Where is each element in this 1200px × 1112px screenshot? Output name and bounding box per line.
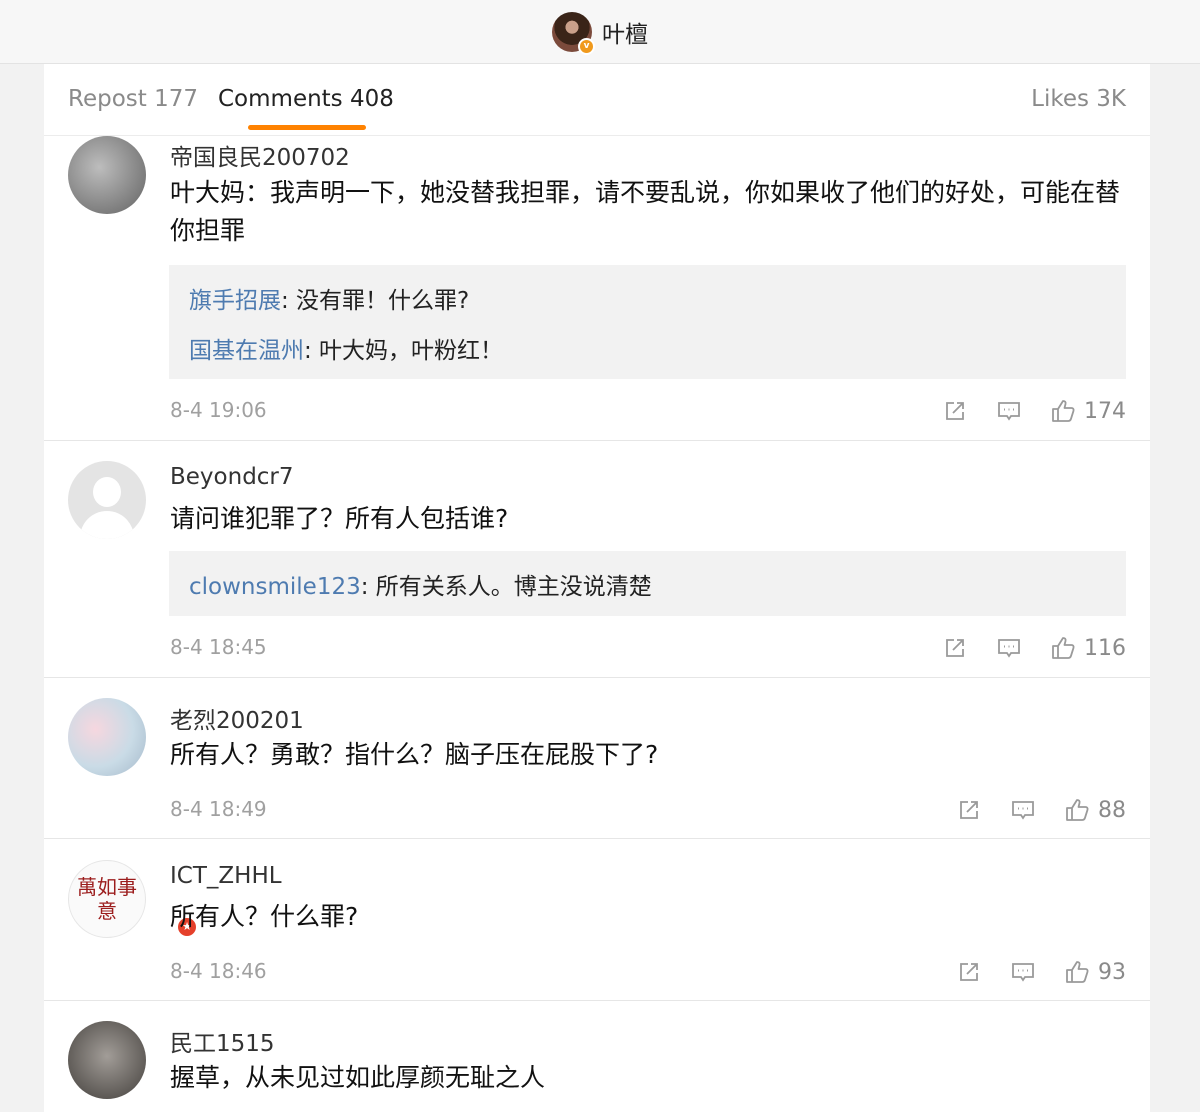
comment-text: 所有人？勇敢？指什么？脑子压在屁股下了? bbox=[170, 740, 659, 769]
commenter-name[interactable]: ICT_ZHHL bbox=[170, 863, 282, 889]
commenter-avatar[interactable] bbox=[68, 136, 146, 214]
reply-box[interactable]: clownsmile123: 所有关系人。博主没说清楚 bbox=[169, 551, 1126, 616]
commenter-avatar[interactable]: 萬如事意 bbox=[68, 860, 146, 938]
comment-timestamp: 8-4 18:45 bbox=[170, 635, 267, 659]
comment-icon[interactable] bbox=[996, 398, 1022, 424]
commenter-avatar[interactable] bbox=[68, 461, 146, 539]
comment-icon[interactable] bbox=[996, 635, 1022, 661]
comment-text: 握草，从未见过如此厚颜无耻之人 bbox=[170, 1063, 546, 1092]
comment-icon[interactable] bbox=[1010, 797, 1036, 823]
comment-actions: 116 bbox=[942, 633, 1126, 663]
comments-panel: Repost 177 Comments 408 Likes 3K 帝国良民200… bbox=[44, 64, 1150, 1112]
commenter-avatar[interactable] bbox=[68, 698, 146, 776]
commenter-avatar[interactable] bbox=[68, 1021, 146, 1099]
share-icon[interactable] bbox=[942, 398, 968, 424]
tab-likes[interactable]: Likes 3K bbox=[1031, 86, 1126, 112]
thumbs-up-icon bbox=[1050, 635, 1076, 661]
author-avatar[interactable]: v bbox=[552, 11, 595, 55]
reply-user[interactable]: clownsmile123 bbox=[189, 574, 361, 600]
tab-repost[interactable]: Repost 177 bbox=[68, 86, 198, 112]
comment-text: 所有人？什么罪? bbox=[170, 902, 359, 931]
reply-user[interactable]: 旗手招展 bbox=[189, 288, 281, 314]
comment-timestamp: 8-4 19:06 bbox=[170, 398, 267, 422]
like-count: 174 bbox=[1084, 398, 1126, 424]
comment-text: 请问谁犯罪了？所有人包括谁? bbox=[170, 504, 509, 533]
like-button[interactable]: 174 bbox=[1050, 398, 1126, 424]
comment-actions: 174 bbox=[942, 396, 1126, 426]
reply-item[interactable]: clownsmile123: 所有关系人。博主没说清楚 bbox=[189, 567, 652, 601]
author-name[interactable]: 叶檀 bbox=[602, 15, 648, 49]
thumbs-up-icon bbox=[1050, 398, 1076, 424]
reply-text: : 叶大妈，叶粉红！ bbox=[304, 338, 504, 364]
calligraphy-avatar-text: 萬如事意 bbox=[77, 875, 137, 923]
like-button[interactable]: 88 bbox=[1064, 797, 1126, 823]
divider bbox=[44, 1000, 1150, 1001]
reply-box[interactable]: 旗手招展: 没有罪！什么罪? 国基在温州: 叶大妈，叶粉红！ bbox=[169, 265, 1126, 379]
comment-text: 叶大妈：我声明一下，她没替我担罪，请不要乱说，你如果收了他们的好处，可能在替你担… bbox=[170, 178, 1121, 245]
comment-timestamp: 8-4 18:49 bbox=[170, 797, 267, 821]
reply-item[interactable]: 旗手招展: 没有罪！什么罪? bbox=[189, 281, 469, 315]
like-count: 116 bbox=[1084, 635, 1126, 661]
commenter-name[interactable]: 老烈200201 bbox=[170, 701, 304, 735]
default-avatar-icon bbox=[93, 477, 121, 507]
default-avatar-shoulders bbox=[80, 511, 134, 539]
divider bbox=[44, 677, 1150, 678]
comment-timestamp: 8-4 18:46 bbox=[170, 959, 267, 983]
like-count: 88 bbox=[1098, 797, 1126, 823]
reply-text: : 所有关系人。博主没说清楚 bbox=[360, 574, 652, 600]
thumbs-up-icon bbox=[1064, 959, 1090, 985]
comment-icon[interactable] bbox=[1010, 959, 1036, 985]
like-button[interactable]: 116 bbox=[1050, 635, 1126, 661]
tab-bar: Repost 177 Comments 408 Likes 3K bbox=[44, 64, 1150, 136]
commenter-name[interactable]: 帝国良民200702 bbox=[170, 138, 350, 172]
active-tab-indicator bbox=[248, 125, 366, 130]
divider bbox=[44, 838, 1150, 839]
top-bar: v 叶檀 bbox=[0, 0, 1200, 64]
share-icon[interactable] bbox=[956, 797, 982, 823]
share-icon[interactable] bbox=[956, 959, 982, 985]
like-button[interactable]: 93 bbox=[1064, 959, 1126, 985]
like-count: 93 bbox=[1098, 959, 1126, 985]
commenter-name[interactable]: Beyondcr7 bbox=[170, 464, 294, 490]
share-icon[interactable] bbox=[942, 635, 968, 661]
reply-user[interactable]: 国基在温州 bbox=[189, 338, 304, 364]
thumbs-up-icon bbox=[1064, 797, 1090, 823]
verified-badge-icon: v bbox=[578, 37, 595, 55]
reply-text: : 没有罪！什么罪? bbox=[281, 288, 470, 314]
commenter-name[interactable]: 民工1515 bbox=[170, 1024, 275, 1058]
divider bbox=[44, 440, 1150, 441]
reply-item[interactable]: 国基在温州: 叶大妈，叶粉红！ bbox=[189, 331, 503, 365]
tab-comments[interactable]: Comments 408 bbox=[218, 86, 394, 112]
comment-actions: 88 bbox=[956, 795, 1126, 825]
comment-actions: 93 bbox=[956, 957, 1126, 987]
